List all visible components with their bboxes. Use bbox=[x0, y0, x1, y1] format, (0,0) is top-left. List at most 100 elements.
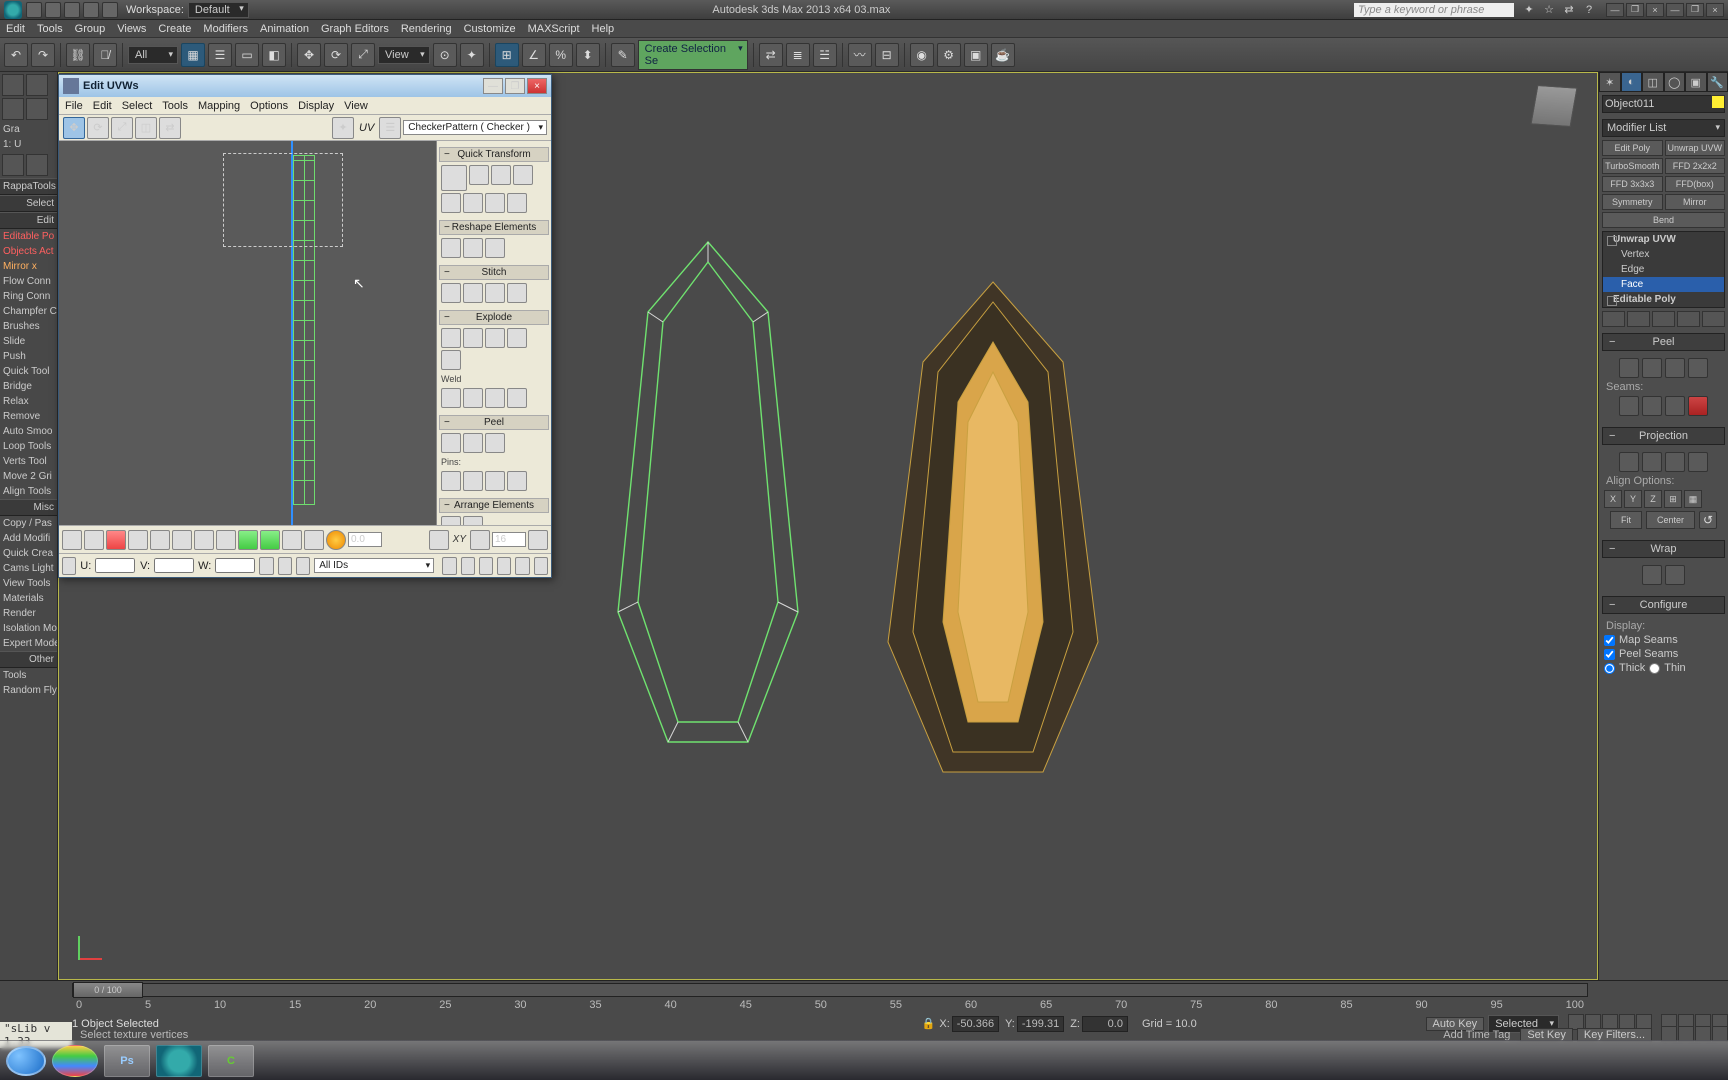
taskbar-photoshop-icon[interactable]: Ps bbox=[104, 1045, 150, 1077]
rt-item[interactable]: Auto Smoo bbox=[0, 424, 57, 439]
weld-icon[interactable] bbox=[463, 388, 483, 408]
scale-icon[interactable]: ⤢ bbox=[351, 43, 375, 67]
pivot-center-icon[interactable]: ⊙ bbox=[433, 43, 457, 67]
render-production-icon[interactable]: ☕ bbox=[991, 43, 1015, 67]
mod-btn[interactable]: FFD 2x2x2 bbox=[1665, 158, 1726, 174]
uvw-canvas[interactable]: ↖ bbox=[59, 141, 437, 525]
fit-button[interactable]: Fit bbox=[1610, 511, 1642, 529]
dock-uv[interactable]: 1: U bbox=[0, 137, 57, 152]
spherical-map-icon[interactable] bbox=[1665, 452, 1685, 472]
object-color-swatch[interactable] bbox=[1711, 95, 1725, 109]
soft-sel-icon[interactable] bbox=[282, 530, 302, 550]
uvw-texture-list-icon[interactable]: ☰ bbox=[379, 117, 401, 139]
window-main-minimize[interactable]: — bbox=[1666, 3, 1684, 17]
schematic-view-icon[interactable]: ⊟ bbox=[875, 43, 899, 67]
uvw-scale-icon[interactable]: ⤢ bbox=[111, 117, 133, 139]
peel-icon[interactable] bbox=[485, 433, 505, 453]
rt-item[interactable]: Cams Light bbox=[0, 561, 57, 576]
thin-radio[interactable] bbox=[1649, 663, 1660, 674]
menu-help[interactable]: Help bbox=[592, 23, 615, 35]
zoom-extents-sel-icon[interactable] bbox=[515, 557, 529, 575]
uvw-options-icon[interactable]: ✦ bbox=[332, 117, 354, 139]
stitch-icon[interactable] bbox=[463, 283, 483, 303]
point-to-point-icon[interactable] bbox=[1665, 396, 1685, 416]
rt-item[interactable]: Loop Tools bbox=[0, 439, 57, 454]
dock-icon[interactable] bbox=[2, 154, 24, 176]
matid-combo[interactable]: All IDs bbox=[314, 558, 434, 573]
rotate-icon[interactable]: ⟳ bbox=[324, 43, 348, 67]
rotate-90-icon[interactable] bbox=[429, 530, 449, 550]
rect-region-icon[interactable]: ▭ bbox=[235, 43, 259, 67]
show-end-result-icon[interactable] bbox=[1627, 311, 1650, 327]
seam-to-edge-icon[interactable] bbox=[1642, 396, 1662, 416]
reshape-icon[interactable] bbox=[441, 238, 461, 258]
menu-modifiers[interactable]: Modifiers bbox=[203, 23, 248, 35]
uvw-menu-options[interactable]: Options bbox=[250, 100, 288, 112]
mod-btn[interactable]: TurboSmooth bbox=[1602, 158, 1663, 174]
dock-icon[interactable] bbox=[26, 74, 48, 96]
menu-maxscript[interactable]: MAXScript bbox=[528, 23, 580, 35]
subobj-vertex-icon[interactable] bbox=[62, 530, 82, 550]
stack-row-selected[interactable]: Face bbox=[1603, 277, 1724, 292]
curve-editor-icon[interactable]: 〰 bbox=[848, 43, 872, 67]
qt-icon[interactable] bbox=[463, 193, 483, 213]
menu-tools[interactable]: Tools bbox=[37, 23, 63, 35]
named-selection-combo[interactable]: Create Selection Se bbox=[638, 40, 748, 70]
menu-views[interactable]: Views bbox=[117, 23, 146, 35]
taskbar-chrome-icon[interactable] bbox=[52, 1045, 98, 1077]
grid-settings-icon[interactable] bbox=[528, 530, 548, 550]
rt-item[interactable]: Verts Tool bbox=[0, 454, 57, 469]
shrink-icon[interactable] bbox=[216, 530, 236, 550]
reset-peel-icon[interactable] bbox=[1665, 358, 1685, 378]
dock-icon[interactable] bbox=[26, 98, 48, 120]
tab-create-icon[interactable]: ✶ bbox=[1599, 72, 1621, 92]
mod-btn[interactable]: Mirror bbox=[1665, 194, 1726, 210]
pin-icon[interactable] bbox=[441, 471, 461, 491]
subobj-edge-icon[interactable] bbox=[84, 530, 104, 550]
edit-uvws-window[interactable]: Edit UVWs — ❐ × File Edit Select Tools M… bbox=[58, 74, 552, 578]
menu-grapheditors[interactable]: Graph Editors bbox=[321, 23, 389, 35]
pan-icon[interactable] bbox=[442, 557, 456, 575]
rollout-configure[interactable]: Configure bbox=[1602, 596, 1725, 614]
explode-icon[interactable] bbox=[507, 328, 527, 348]
qt-icon[interactable] bbox=[491, 165, 511, 185]
pack-icon[interactable] bbox=[441, 516, 461, 525]
thick-radio[interactable] bbox=[1604, 663, 1615, 674]
rt-item[interactable]: Tools bbox=[0, 668, 57, 683]
taskbar-3dsmax-icon[interactable] bbox=[156, 1045, 202, 1077]
uvw-menu-file[interactable]: File bbox=[65, 100, 83, 112]
rt-item[interactable]: Brushes bbox=[0, 319, 57, 334]
loop-icon[interactable] bbox=[238, 530, 258, 550]
material-editor-icon[interactable]: ◉ bbox=[910, 43, 934, 67]
stack-row[interactable]: Editable Poly bbox=[1603, 292, 1724, 307]
percent-snap-icon[interactable]: % bbox=[549, 43, 573, 67]
rollout-projection[interactable]: Projection bbox=[1602, 427, 1725, 445]
zoom-region-icon[interactable] bbox=[479, 557, 493, 575]
tab-motion-icon[interactable]: ◯ bbox=[1664, 72, 1686, 92]
ref-coord-combo[interactable]: View bbox=[378, 46, 430, 64]
rt-item[interactable]: Materials bbox=[0, 591, 57, 606]
uvw-freeform-icon[interactable]: ◫ bbox=[135, 117, 157, 139]
pin-stack-icon[interactable] bbox=[1602, 311, 1625, 327]
align-icon[interactable]: ≣ bbox=[786, 43, 810, 67]
snap-toggle-icon[interactable]: ⊞ bbox=[495, 43, 519, 67]
roll-quick-transform[interactable]: Quick Transform bbox=[439, 147, 549, 162]
make-unique-icon[interactable] bbox=[1652, 311, 1675, 327]
uvw-map-combo[interactable]: CheckerPattern ( Checker ) bbox=[403, 120, 547, 135]
lock-sel-icon[interactable] bbox=[259, 557, 273, 575]
window-close[interactable]: × bbox=[1706, 3, 1724, 17]
section-select[interactable]: Select bbox=[0, 195, 57, 212]
mirror-icon[interactable]: ⇄ bbox=[759, 43, 783, 67]
uvw-close[interactable]: × bbox=[527, 78, 547, 94]
qat-undo-icon[interactable] bbox=[83, 2, 99, 18]
window-restore[interactable]: ❐ bbox=[1686, 3, 1704, 17]
rollout-peel[interactable]: Peel bbox=[1602, 333, 1725, 351]
render-setup-icon[interactable]: ⚙ bbox=[937, 43, 961, 67]
align-normal-icon[interactable]: ⊞ bbox=[1664, 490, 1682, 508]
menu-rendering[interactable]: Rendering bbox=[401, 23, 452, 35]
pelt-map-icon[interactable] bbox=[1688, 358, 1708, 378]
rt-item[interactable]: Objects Act bbox=[0, 244, 57, 259]
start-button[interactable] bbox=[6, 1046, 46, 1076]
unlink-icon[interactable]: ⛓̸ bbox=[93, 43, 117, 67]
menu-group[interactable]: Group bbox=[75, 23, 106, 35]
